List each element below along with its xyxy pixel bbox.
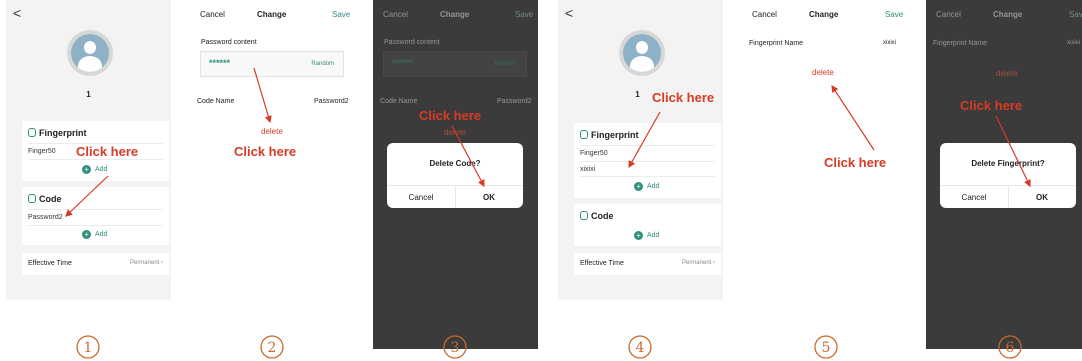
code-icon xyxy=(580,211,588,220)
password-mask: ****** xyxy=(209,58,231,68)
svg-text:3: 3 xyxy=(451,340,460,356)
code-icon xyxy=(28,194,36,203)
effective-time-row[interactable]: Effective Time Permanent › xyxy=(22,253,169,275)
panel-6-delete-fingerprint-dialog: Cancel Change Save Fingerprint Name xixi… xyxy=(926,0,1082,349)
click-here-annotation: Click here xyxy=(652,90,715,105)
delete-button: delete xyxy=(444,128,466,137)
back-icon[interactable]: < xyxy=(565,5,573,21)
delete-fingerprint-dialog: Delete Fingerprint? Cancel OK xyxy=(940,143,1076,208)
page-title: Change xyxy=(809,10,839,19)
fingerprint-name-value[interactable]: xixixi xyxy=(883,40,896,46)
list-item-xixixi[interactable]: xixixi xyxy=(580,166,595,173)
svg-text:6: 6 xyxy=(1006,340,1015,356)
svg-text:5: 5 xyxy=(822,340,831,356)
panel-3-delete-code-dialog: Cancel Change Save Password content ****… xyxy=(373,0,538,349)
plus-icon: + xyxy=(634,182,643,191)
delete-button[interactable]: delete xyxy=(261,127,283,136)
panel-4-user-detail: < 1 Fingerprint Finger50 xixixi + Add Cod… xyxy=(558,0,723,300)
fingerprint-card: Fingerprint Finger50 xixixi + Add xyxy=(574,123,721,198)
delete-button: delete xyxy=(996,69,1018,78)
random-button[interactable]: Random xyxy=(311,61,334,67)
avatar xyxy=(619,30,665,76)
avatar xyxy=(67,30,113,76)
fingerprint-name-label: Fingerprint Name xyxy=(933,40,988,47)
page-title: Change xyxy=(257,10,287,19)
click-here-annotation: Click here xyxy=(824,155,887,170)
click-here-annotation: Click here xyxy=(76,144,139,159)
click-here-annotation: Click here xyxy=(419,108,482,123)
panel-5-change-fingerprint: Cancel Change Save Fingerprint Name xixi… xyxy=(742,0,907,300)
step-number-2: 2 xyxy=(260,335,284,359)
code-title: Code xyxy=(28,194,62,204)
page-title: Change xyxy=(993,10,1023,19)
dialog-title: Delete Code? xyxy=(429,159,481,168)
add-fingerprint-button[interactable]: + Add xyxy=(82,165,107,174)
save-button[interactable]: Save xyxy=(332,10,350,19)
list-item-finger50[interactable]: Finger50 xyxy=(580,150,608,157)
fingerprint-icon xyxy=(28,128,36,137)
code-card: Code Password2 + Add xyxy=(22,187,169,245)
user-name: 1 xyxy=(86,90,91,99)
back-icon[interactable]: < xyxy=(13,5,21,21)
list-item-finger50[interactable]: Finger50 xyxy=(28,148,56,155)
fingerprint-icon xyxy=(580,130,588,139)
code-name-label: Code Name xyxy=(197,98,235,105)
plus-icon: + xyxy=(634,231,643,240)
save-button: Save xyxy=(515,10,534,19)
password-input[interactable]: ****** Random xyxy=(200,51,344,77)
fingerprint-name-label: Fingerprint Name xyxy=(749,40,804,47)
list-item-password2[interactable]: Password2 xyxy=(28,214,63,221)
page-title: Change xyxy=(440,10,470,19)
dialog-ok-button[interactable]: OK xyxy=(455,193,523,202)
click-here-annotation: Click here xyxy=(234,144,297,159)
cancel-button: Cancel xyxy=(936,10,961,19)
save-button[interactable]: Save xyxy=(885,10,903,19)
code-name-label: Code Name xyxy=(380,98,418,105)
cancel-button: Cancel xyxy=(383,10,408,19)
add-code-button[interactable]: + Add xyxy=(634,231,659,240)
panel-2-change-code: Cancel Change Save Password content ****… xyxy=(190,0,355,300)
step-number-5: 5 xyxy=(814,335,838,359)
step-number-1: 1 xyxy=(76,335,100,359)
cancel-button[interactable]: Cancel xyxy=(200,10,225,19)
step-number-3: 3 xyxy=(443,335,467,359)
effective-time-row[interactable]: Effective Time Permanent › xyxy=(574,253,721,275)
code-card: Code + Add xyxy=(574,204,721,246)
svg-text:1: 1 xyxy=(84,340,93,356)
save-button: Save xyxy=(1069,10,1082,19)
add-code-button[interactable]: + Add xyxy=(82,230,107,239)
delete-button[interactable]: delete xyxy=(812,68,834,77)
plus-icon: + xyxy=(82,165,91,174)
code-title: Code xyxy=(580,211,614,221)
svg-text:2: 2 xyxy=(268,340,277,356)
dialog-ok-button[interactable]: OK xyxy=(1008,193,1076,202)
dialog-cancel-button[interactable]: Cancel xyxy=(387,193,455,202)
step-number-6: 6 xyxy=(998,335,1022,359)
password-content-label: Password content xyxy=(384,39,440,46)
password-input: ****** Random xyxy=(383,51,527,77)
delete-code-dialog: Delete Code? Cancel OK xyxy=(387,143,523,208)
fingerprint-title: Fingerprint xyxy=(580,130,639,140)
svg-text:4: 4 xyxy=(636,340,645,356)
dialog-cancel-button[interactable]: Cancel xyxy=(940,193,1008,202)
fingerprint-title: Fingerprint xyxy=(28,128,87,138)
dialog-title: Delete Fingerprint? xyxy=(971,159,1045,168)
code-name-value: Password2 xyxy=(497,98,532,105)
plus-icon: + xyxy=(82,230,91,239)
fingerprint-name-value: xixixi xyxy=(1067,40,1080,46)
code-name-value: Password2 xyxy=(314,98,349,105)
cancel-button[interactable]: Cancel xyxy=(752,10,777,19)
click-here-annotation: Click here xyxy=(960,98,1023,113)
add-fingerprint-button[interactable]: + Add xyxy=(634,182,659,191)
step-number-4: 4 xyxy=(628,335,652,359)
password-content-label: Password content xyxy=(201,39,257,46)
panel-1-user-detail: < 1 Fingerprint Finger50 + Add Code Passw… xyxy=(6,0,171,300)
